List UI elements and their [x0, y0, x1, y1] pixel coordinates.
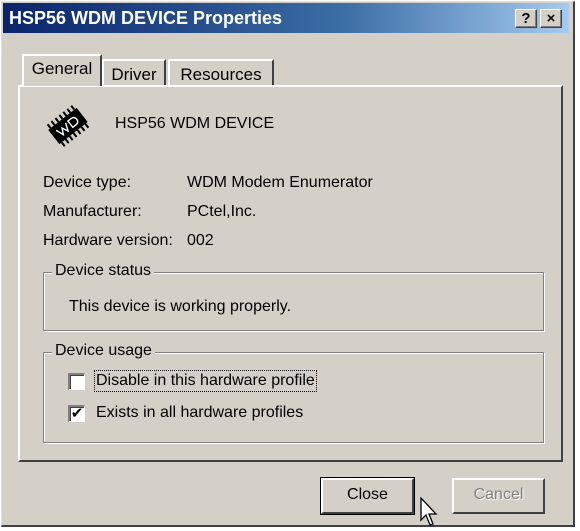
device-type-label: Device type: [43, 174, 132, 191]
device-usage-title: Device usage [52, 342, 155, 360]
tab-resources[interactable]: Resources [168, 59, 274, 87]
tab-resources-label: Resources [180, 65, 262, 84]
manufacturer-value: PCtel,Inc. [187, 203, 257, 220]
manufacturer-label: Manufacturer: [43, 203, 142, 220]
hardware-version-value: 002 [187, 232, 214, 249]
exists-all-profiles-label[interactable]: Exists in all hardware profiles [96, 404, 303, 422]
close-button[interactable]: Close [320, 477, 415, 515]
device-type-value: WDM Modem Enumerator [187, 174, 373, 191]
help-button[interactable]: ? [515, 9, 537, 28]
device-name: HSP56 WDM DEVICE [115, 115, 275, 132]
cancel-button[interactable]: Cancel [452, 478, 545, 514]
device-usage-group [43, 352, 544, 443]
tab-general-label: General [31, 59, 93, 78]
window-title: HSP56 WDM DEVICE Properties [9, 8, 283, 28]
hardware-version-label: Hardware version: [43, 232, 173, 249]
exists-all-profiles-checkbox[interactable]: ✔ [68, 405, 85, 422]
device-status-title: Device status [52, 262, 155, 280]
disable-profile-checkbox[interactable] [68, 373, 85, 390]
device-status-text: This device is working properly. [69, 298, 292, 315]
chip-icon [46, 105, 90, 147]
disable-profile-label[interactable]: Disable in this hardware profile [94, 370, 317, 392]
mouse-cursor-icon [420, 497, 438, 526]
title-bar[interactable]: HSP56 WDM DEVICE Properties ? × [3, 3, 569, 33]
tab-driver-label: Driver [111, 65, 157, 84]
close-window-button[interactable]: × [540, 9, 562, 28]
tab-driver[interactable]: Driver [102, 59, 166, 87]
tab-general[interactable]: General [22, 54, 102, 86]
